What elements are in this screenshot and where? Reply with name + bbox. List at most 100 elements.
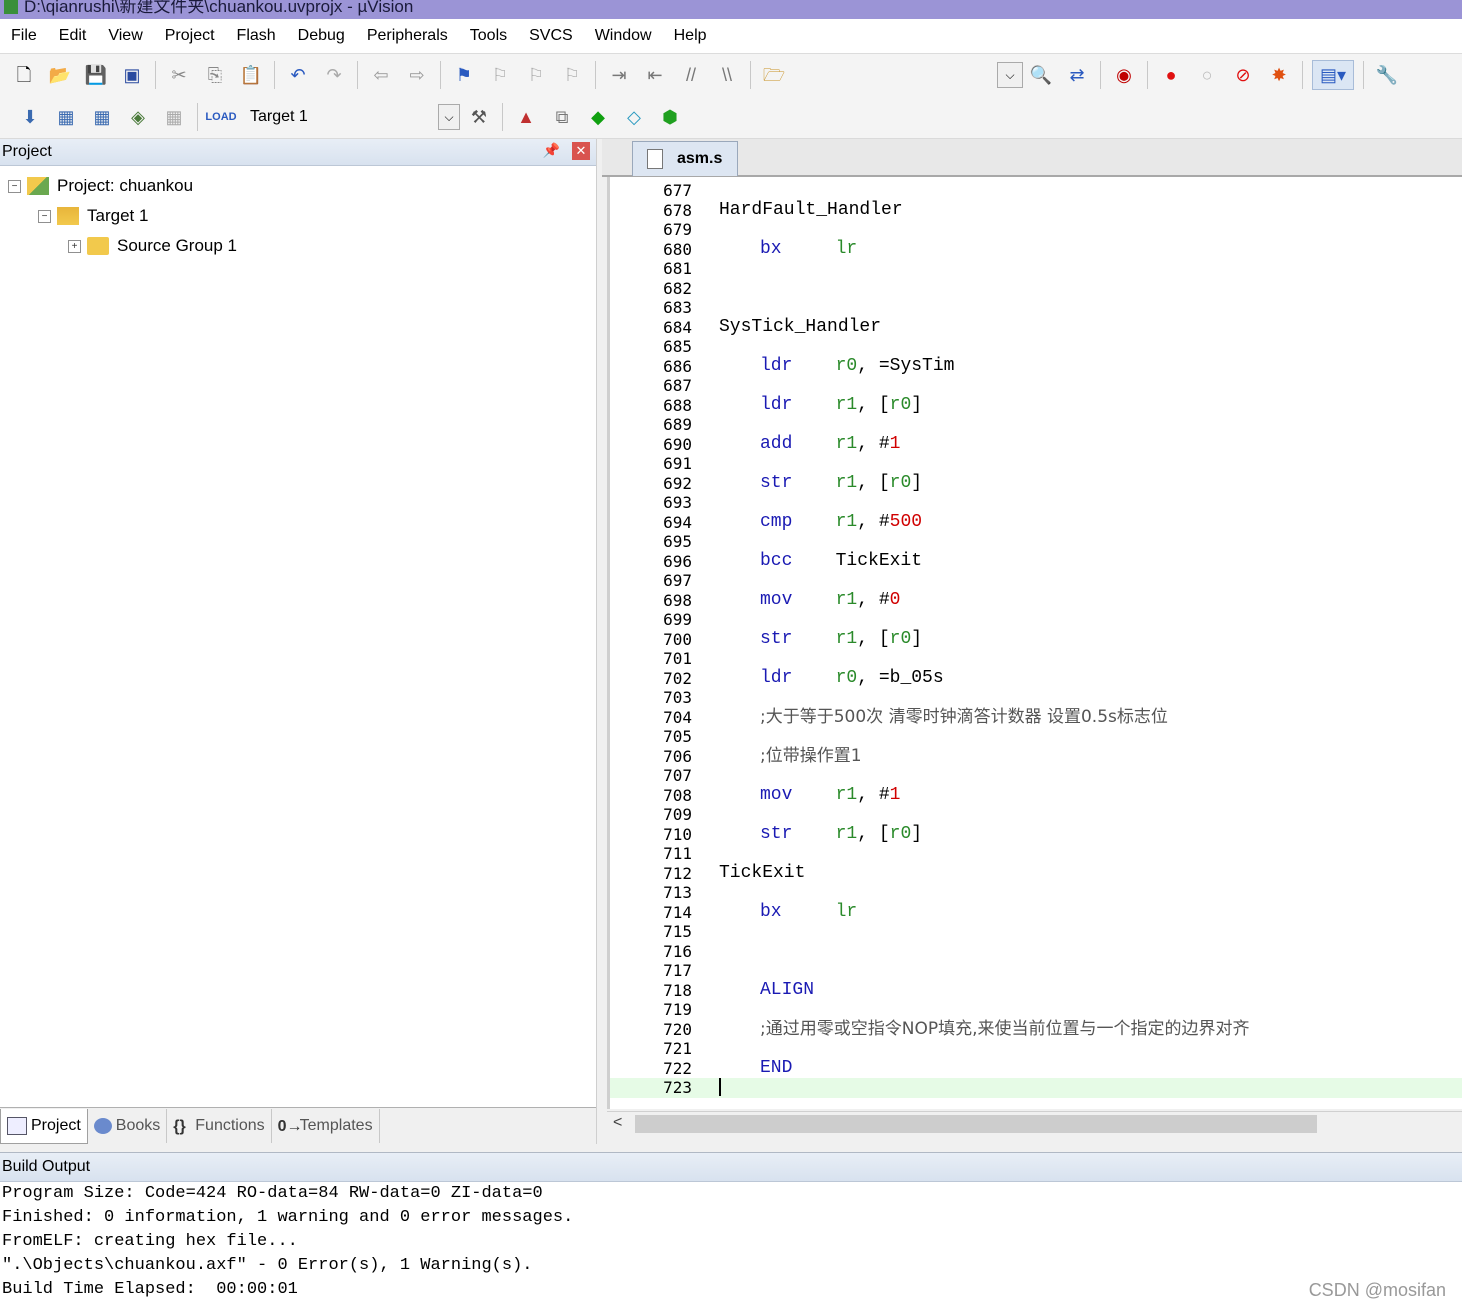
code-line[interactable]: 722 END	[610, 1058, 1462, 1079]
pin-icon[interactable]: 📌	[543, 142, 560, 159]
code-line[interactable]: 686 ldr r0, =SysTim	[610, 356, 1462, 377]
navigate-forward-icon[interactable]: ⇨	[403, 61, 431, 89]
target-select[interactable]: Target 1 ⌵	[245, 103, 461, 131]
code-line[interactable]: 687	[610, 376, 1462, 396]
tab-functions[interactable]: {} Functions	[167, 1109, 272, 1143]
kill-all-breakpoints-icon[interactable]: ✸	[1265, 61, 1293, 89]
code-line[interactable]: 709	[610, 805, 1462, 825]
code-line[interactable]: 685	[610, 337, 1462, 357]
code-line[interactable]: 723	[610, 1078, 1462, 1098]
bookmark-next-icon[interactable]: ⚐	[522, 61, 550, 89]
code-line[interactable]: 696 bcc TickExit	[610, 551, 1462, 572]
stop-build-icon[interactable]: ▦	[160, 103, 188, 131]
code-line[interactable]: 678 HardFault_Handler	[610, 200, 1462, 221]
unindent-icon[interactable]: ⇤	[641, 61, 669, 89]
comment-icon[interactable]: //	[677, 61, 705, 89]
menu-svcs[interactable]: SVCS	[518, 19, 584, 53]
build-icon[interactable]: ▦	[52, 103, 80, 131]
code-line[interactable]: 704 ;大于等于500次 清零时钟滴答计数器 设置0.5s标志位	[610, 707, 1462, 728]
translate-icon[interactable]: ⬇	[16, 103, 44, 131]
manage-run-time-environment-icon[interactable]: ◆	[584, 103, 612, 131]
disable-all-breakpoints-icon[interactable]: ⊘	[1229, 61, 1257, 89]
batch-build-icon[interactable]: ◈	[124, 103, 152, 131]
code-line[interactable]: 717	[610, 961, 1462, 981]
bookmark-prev-icon[interactable]: ⚐	[486, 61, 514, 89]
scrollbar-thumb[interactable]	[635, 1115, 1317, 1133]
code-line[interactable]: 702 ldr r0, =b_05s	[610, 668, 1462, 689]
options-for-target-icon[interactable]: ⚒	[465, 103, 493, 131]
software-packs-icon[interactable]: ⬢	[656, 103, 684, 131]
code-line[interactable]: 700 str r1, [r0]	[610, 629, 1462, 650]
code-line[interactable]: 692 str r1, [r0]	[610, 473, 1462, 494]
menu-flash[interactable]: Flash	[226, 19, 287, 53]
incremental-find-icon[interactable]: ⇄	[1063, 61, 1091, 89]
menu-window[interactable]: Window	[584, 19, 663, 53]
open-file-icon[interactable]: 📂	[46, 61, 74, 89]
code-line[interactable]: 682	[610, 279, 1462, 299]
code-line[interactable]: 689	[610, 415, 1462, 435]
code-line[interactable]: 705	[610, 727, 1462, 747]
insert-breakpoint-icon[interactable]: ●	[1157, 61, 1185, 89]
expand-icon[interactable]: +	[68, 239, 81, 253]
tab-project[interactable]: Project	[0, 1108, 88, 1144]
save-icon[interactable]: 💾	[82, 61, 110, 89]
code-line[interactable]: 721	[610, 1039, 1462, 1059]
find-icon[interactable]: 🔍	[1027, 61, 1055, 89]
code-line[interactable]: 715	[610, 922, 1462, 942]
manage-project-items-icon[interactable]: ▲	[512, 103, 540, 131]
tab-asm-file[interactable]: asm.s	[632, 141, 738, 176]
code-editor[interactable]: 677 678 HardFault_Handler 679 680 bx lr 681 682…	[607, 177, 1462, 1109]
tree-item-target[interactable]: − Target 1	[38, 202, 148, 230]
find-dropdown-icon[interactable]: ⌵	[997, 62, 1023, 88]
load-download-icon[interactable]: LOAD	[205, 103, 236, 131]
code-line[interactable]: 698 mov r1, #0	[610, 590, 1462, 611]
menu-tools[interactable]: Tools	[459, 19, 518, 53]
build-output-panel[interactable]: Program Size: Code=424 RO-data=84 RW-dat…	[0, 1182, 1462, 1307]
code-line[interactable]: 695	[610, 532, 1462, 552]
navigate-back-icon[interactable]: ⇦	[367, 61, 395, 89]
code-line[interactable]: 707	[610, 766, 1462, 786]
code-line[interactable]: 691	[610, 454, 1462, 474]
menu-file[interactable]: File	[0, 19, 48, 53]
menu-help[interactable]: Help	[663, 19, 718, 53]
scroll-left-icon[interactable]: <	[613, 1114, 622, 1132]
collapse-icon[interactable]: −	[8, 179, 21, 193]
tab-templates[interactable]: 0→ Templates	[272, 1109, 380, 1143]
enable-breakpoint-icon[interactable]: ○	[1193, 61, 1221, 89]
pack-installer-icon[interactable]: ◇	[620, 103, 648, 131]
code-line[interactable]: 719	[610, 1000, 1462, 1020]
bookmark-toggle-icon[interactable]: ⚑	[450, 61, 478, 89]
bookmark-clear-icon[interactable]: ⚐	[558, 61, 586, 89]
code-line[interactable]: 716	[610, 942, 1462, 962]
debug-session-icon[interactable]: ◉	[1110, 61, 1138, 89]
copy-icon[interactable]: ⎘	[201, 61, 229, 89]
uncomment-icon[interactable]: \\	[713, 61, 741, 89]
code-line[interactable]: 713	[610, 883, 1462, 903]
undo-icon[interactable]: ↶	[284, 61, 312, 89]
code-line[interactable]: 703	[610, 688, 1462, 708]
code-line[interactable]: 690 add r1, #1	[610, 434, 1462, 455]
tree-item-source-group[interactable]: + Source Group 1	[68, 232, 237, 260]
code-line[interactable]: 708 mov r1, #1	[610, 785, 1462, 806]
find-in-files-icon[interactable]: 🗁	[760, 61, 788, 89]
indent-icon[interactable]: ⇥	[605, 61, 633, 89]
menu-peripherals[interactable]: Peripherals	[356, 19, 459, 53]
cut-icon[interactable]: ✂	[165, 61, 193, 89]
save-all-icon[interactable]: ▣	[118, 61, 146, 89]
code-line[interactable]: 706 ;位带操作置1	[610, 746, 1462, 767]
code-line[interactable]: 697	[610, 571, 1462, 591]
close-icon[interactable]: ✕	[572, 142, 590, 160]
rebuild-icon[interactable]: ▦	[88, 103, 116, 131]
code-line[interactable]: 694 cmp r1, #500	[610, 512, 1462, 533]
collapse-icon[interactable]: −	[38, 209, 51, 223]
menu-debug[interactable]: Debug	[287, 19, 356, 53]
code-line[interactable]: 701	[610, 649, 1462, 669]
code-line[interactable]: 677	[610, 181, 1462, 201]
code-line[interactable]: 683	[610, 298, 1462, 318]
paste-icon[interactable]: 📋	[237, 61, 265, 89]
code-line[interactable]: 720 ;通过用零或空指令NOP填充,来使当前位置与一个指定的边界对齐	[610, 1019, 1462, 1040]
code-line[interactable]: 711	[610, 844, 1462, 864]
code-line[interactable]: 710 str r1, [r0]	[610, 824, 1462, 845]
chevron-down-icon[interactable]: ⌵	[438, 104, 460, 130]
menu-view[interactable]: View	[97, 19, 153, 53]
